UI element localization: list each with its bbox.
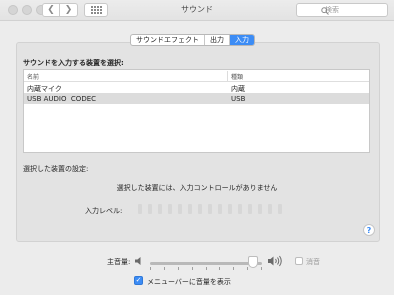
column-header-name[interactable]: 名前 [27, 72, 39, 81]
column-header-type[interactable]: 種類 [231, 72, 243, 81]
mute-checkbox[interactable] [295, 257, 303, 265]
search-input[interactable]: 検索 [296, 3, 388, 17]
level-segment [278, 204, 282, 214]
device-table: 名前 種類 内蔵マイク 内蔵 USB AUDIO CODEC USB [23, 69, 370, 153]
volume-slider-track[interactable] [150, 262, 262, 265]
search-icon [321, 7, 329, 15]
input-level-label: 入力レベル: [85, 207, 123, 215]
speaker-high-icon [268, 255, 282, 267]
settings-label: 選択した装置の設定: [23, 165, 89, 173]
title-bar: ❮ ❯ サウンド 検索 [0, 0, 394, 21]
mute-label: 消音 [306, 258, 320, 266]
speaker-low-icon [135, 257, 141, 265]
table-row[interactable]: 内蔵マイク 内蔵 [24, 82, 369, 93]
volume-ticks [150, 267, 262, 270]
help-button[interactable]: ? [363, 224, 375, 236]
level-segment [248, 204, 252, 214]
table-header: 名前 種類 [24, 70, 369, 82]
column-divider [227, 71, 228, 81]
level-segment [138, 204, 142, 214]
level-segment [158, 204, 162, 214]
level-segment [208, 204, 212, 214]
level-segment [148, 204, 152, 214]
device-type: USB [231, 95, 246, 103]
show-volume-in-menubar-label: メニューバーに音量を表示 [147, 278, 231, 286]
checkmark-icon: ✓ [135, 276, 142, 284]
level-segment [178, 204, 182, 214]
tab-bar: サウンドエフェクト 出力 入力 [130, 34, 255, 46]
tab-input[interactable]: 入力 [230, 35, 254, 45]
tab-sound-effects[interactable]: サウンドエフェクト [131, 35, 205, 45]
input-level-meter [138, 204, 282, 214]
tab-output[interactable]: 出力 [205, 35, 230, 45]
no-controls-message: 選択した装置には、入力コントロールがありません [116, 184, 278, 192]
show-volume-in-menubar-checkbox[interactable]: ✓ [134, 276, 143, 285]
level-segment [198, 204, 202, 214]
level-segment [228, 204, 232, 214]
level-segment [168, 204, 172, 214]
volume-slider-thumb[interactable] [248, 256, 259, 268]
level-segment [238, 204, 242, 214]
device-name: USB AUDIO CODEC [27, 95, 97, 103]
table-row[interactable]: USB AUDIO CODEC USB [24, 93, 369, 104]
level-segment [188, 204, 192, 214]
volume-label: 主音量: [107, 258, 131, 266]
level-segment [268, 204, 272, 214]
device-select-label: サウンドを入力する装置を選択: [23, 59, 124, 67]
level-segment [218, 204, 222, 214]
level-segment [258, 204, 262, 214]
